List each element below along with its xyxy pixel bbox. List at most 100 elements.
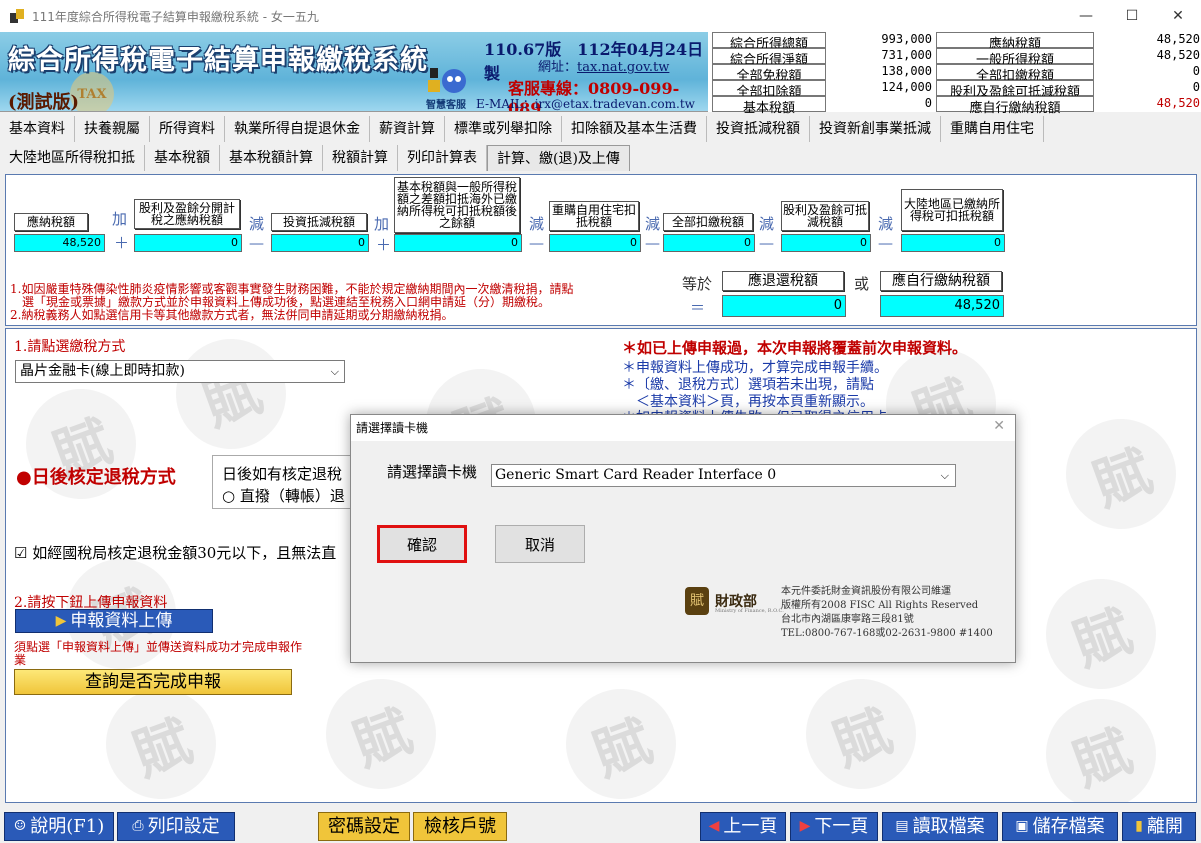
- reader-select[interactable]: Generic Smart Card Reader Interface 0 ⌵: [491, 464, 956, 487]
- refund-question: 日後如有核定退稅: [222, 465, 343, 483]
- summary-label: 應自行繳納稅額: [936, 96, 1094, 116]
- password-button[interactable]: 密碼設定: [318, 812, 410, 841]
- refund-label: 應退還稅額: [722, 271, 844, 291]
- file-open-icon: ▤: [895, 818, 909, 834]
- tab-tax-calc[interactable]: 稅額計算: [323, 144, 398, 171]
- upload-note: 須點選「申報資料上傳」並傳送資料成功才完成申報作業: [14, 640, 303, 667]
- op-minus: —: [249, 234, 264, 252]
- credit-line: 本元件委託財金資訊股份有限公司維運: [781, 586, 951, 597]
- formula-label: 股利及盈餘分開計稅之應納稅額: [134, 199, 240, 229]
- op-minus: —: [529, 234, 544, 252]
- load-label: 讀取檔案: [912, 816, 985, 837]
- save-file-button[interactable]: ▣ 儲存檔案: [1002, 812, 1118, 841]
- op-sub: 減: [249, 215, 265, 233]
- tab-income[interactable]: 所得資料: [150, 115, 225, 142]
- ok-button[interactable]: 確認: [377, 525, 467, 563]
- summary-value-due: 48,520: [1156, 96, 1200, 110]
- email: E-MAIL：irx@etax.tradevan.com.tw: [476, 97, 695, 111]
- tab-mainland-credit[interactable]: 大陸地區所得稅扣抵: [0, 144, 145, 171]
- query-status-button[interactable]: 查詢是否完成申報: [14, 669, 292, 695]
- minimize-button[interactable]: —: [1063, 0, 1109, 32]
- tab-row-2: 大陸地區所得稅扣抵 基本稅額 基本稅額計算 稅額計算 列印計算表 計算、繳(退)…: [0, 143, 1201, 172]
- prev-page-button[interactable]: ◀ 上一頁: [700, 812, 786, 841]
- or-label: 或: [854, 275, 870, 293]
- tab-calc-upload[interactable]: 計算、繳(退)及上傳: [487, 144, 630, 171]
- exit-button[interactable]: ▮ 離開: [1122, 812, 1196, 841]
- next-page-button[interactable]: ▶ 下一頁: [790, 812, 878, 841]
- upload-label: 申報資料上傳: [70, 610, 173, 631]
- help-icon: ☺: [13, 818, 27, 834]
- help-label: 說明(F1): [30, 816, 105, 837]
- summary-label: 基本稅額: [712, 96, 826, 116]
- tab-basic-tax[interactable]: 基本稅額: [145, 144, 220, 171]
- formula-label: 投資抵減稅額: [271, 213, 367, 231]
- summary-value: 0: [1192, 80, 1200, 94]
- close-icon[interactable]: ✕: [993, 418, 1005, 434]
- tab-pension[interactable]: 執業所得自提退休金: [225, 115, 370, 142]
- tab-row-1: 基本資料 扶養親屬 所得資料 執業所得自提退休金 薪資計算 標準或列舉扣除 扣除…: [0, 114, 1201, 143]
- arrow-right-icon: ▶: [799, 818, 811, 834]
- refund-direct-radio[interactable]: ○ 直撥（轉帳）退: [222, 485, 345, 506]
- print-setup-button[interactable]: ⎙ 列印設定: [117, 812, 235, 841]
- op-add: 加: [112, 210, 128, 228]
- window-titlebar: 111年度綜合所得稅電子結算申報繳稅系統 - 女一五九 — ☐ ✕: [0, 0, 1201, 32]
- formula-label: 股利及盈餘可抵減稅額: [781, 201, 869, 231]
- maximize-button[interactable]: ☐: [1109, 0, 1155, 32]
- op-plus: ＋: [114, 234, 130, 252]
- tab-deductions[interactable]: 標準或列舉扣除: [445, 115, 562, 142]
- tab-startup-credit[interactable]: 投資新創事業抵減: [810, 115, 941, 142]
- tab-basic-info[interactable]: 基本資料: [0, 115, 75, 142]
- credit-line: 台北市內湖區康寧路三段81號: [781, 614, 914, 625]
- load-file-button[interactable]: ▤ 讀取檔案: [882, 812, 998, 841]
- tab-dependents[interactable]: 扶養親屬: [75, 115, 150, 142]
- small-refund-checkbox[interactable]: ☑ 如經國稅局核定退稅金額30元以下，且無法直: [14, 542, 336, 563]
- summary-value: 0: [924, 96, 932, 110]
- tab-basic-tax-calc[interactable]: 基本稅額計算: [220, 144, 323, 171]
- summary-label: 一般所得稅額: [936, 48, 1094, 68]
- tab-salary[interactable]: 薪資計算: [370, 115, 445, 142]
- tab-home-repurchase[interactable]: 重購自用住宅: [941, 115, 1044, 142]
- watermark-icon: 賦: [550, 673, 692, 802]
- website-link[interactable]: tax.nat.gov.tw: [577, 60, 669, 75]
- formula-value: 0: [394, 234, 522, 252]
- credit-line: 版權所有2008 FISC All Rights Reserved: [781, 600, 979, 611]
- banner: TAX 綜合所得稅電子結算申報繳稅系統 (測試版) 110.67版 112年04…: [0, 32, 708, 112]
- print-setup-label: 列印設定: [147, 816, 220, 837]
- help-button[interactable]: ☺ 說明(F1): [4, 812, 114, 841]
- chevron-down-icon: ⌵: [330, 365, 339, 378]
- summary-label: 綜合所得總額: [712, 32, 826, 52]
- close-window-button[interactable]: ✕: [1155, 0, 1201, 32]
- watermark-icon: 賦: [160, 329, 302, 465]
- summary-value: 0: [1192, 64, 1200, 78]
- credit-line: TEL:0800-767-168或02-2631-9800 #1400: [781, 628, 993, 639]
- pay-method-select[interactable]: 晶片金融卡(線上即時扣款) ⌵: [15, 360, 345, 383]
- summary-label: 全部扣繳稅額: [936, 64, 1094, 84]
- upload-icon: ▶: [55, 612, 67, 629]
- verify-account-button[interactable]: 檢核戶號: [413, 812, 507, 841]
- upload-button[interactable]: ▶ 申報資料上傳: [15, 609, 213, 633]
- tab-deduction-living[interactable]: 扣除額及基本生活費: [562, 115, 707, 142]
- fisc-credit: 本元件委託財金資訊股份有限公司維運 版權所有2008 FISC All Righ…: [781, 585, 993, 641]
- exit-label: 離開: [1146, 816, 1183, 837]
- op-minus: —: [645, 234, 660, 252]
- watermark-icon: 賦: [1050, 403, 1192, 545]
- watermark-icon: 賦: [1030, 563, 1172, 705]
- op-sub: 減: [529, 215, 545, 233]
- card-reader-dialog: 請選擇讀卡機 ✕ 請選擇讀卡機 Generic Smart Card Reade…: [350, 414, 1016, 663]
- tab-investment-credit[interactable]: 投資抵減稅額: [707, 115, 810, 142]
- tax-summary: 綜合所得總額 993,000 綜合所得淨額 731,000 全部免稅額 138,…: [708, 32, 1201, 116]
- formula-value: 48,520: [14, 234, 105, 252]
- op-minus: —: [878, 234, 893, 252]
- pay-method-value: 晶片金融卡(線上即時扣款): [20, 363, 185, 379]
- printer-icon: ⎙: [132, 818, 144, 834]
- summary-label: 綜合所得淨額: [712, 48, 826, 68]
- watermark-icon: 賦: [790, 663, 932, 802]
- notice-2: 2.納稅義務人如點選信用卡等其他繳款方式者，無法併同申請延期或分期繳納稅捐。: [10, 308, 454, 322]
- chatbot-icon[interactable]: [426, 66, 470, 96]
- op-add: 加: [374, 215, 390, 233]
- tab-print-sheet[interactable]: 列印計算表: [398, 144, 487, 171]
- save-icon: ▣: [1015, 818, 1029, 834]
- door-icon: ▮: [1135, 818, 1143, 834]
- refund-method-title: ●日後核定退稅方式: [16, 467, 176, 488]
- cancel-button[interactable]: 取消: [495, 525, 585, 563]
